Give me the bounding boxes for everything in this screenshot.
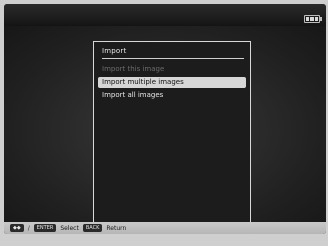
back-key-icon: BACK bbox=[82, 224, 103, 232]
hint-bar: ◆◆ / ENTER Select BACK Return bbox=[4, 222, 326, 234]
top-bar bbox=[4, 4, 326, 26]
menu-item-import-this-image: Import this image bbox=[102, 65, 165, 73]
menu-item-import-all-images[interactable]: Import all images bbox=[98, 90, 246, 101]
slash-separator: / bbox=[27, 224, 30, 232]
enter-key-icon: ENTER bbox=[33, 224, 57, 232]
import-dialog: Import Import this image Import multiple… bbox=[93, 41, 251, 230]
select-label: Select bbox=[60, 224, 79, 232]
battery-icon bbox=[304, 15, 322, 23]
import-menu: Import this image Import multiple images… bbox=[94, 64, 250, 103]
dialog-divider bbox=[102, 58, 244, 59]
device-screen: Import Import this image Import multiple… bbox=[4, 4, 326, 234]
dialog-title: Import bbox=[102, 47, 127, 55]
return-label: Return bbox=[106, 224, 127, 232]
menu-item-import-multiple-images[interactable]: Import multiple images bbox=[98, 77, 246, 88]
nav-keys-icon: ◆◆ bbox=[10, 224, 24, 232]
